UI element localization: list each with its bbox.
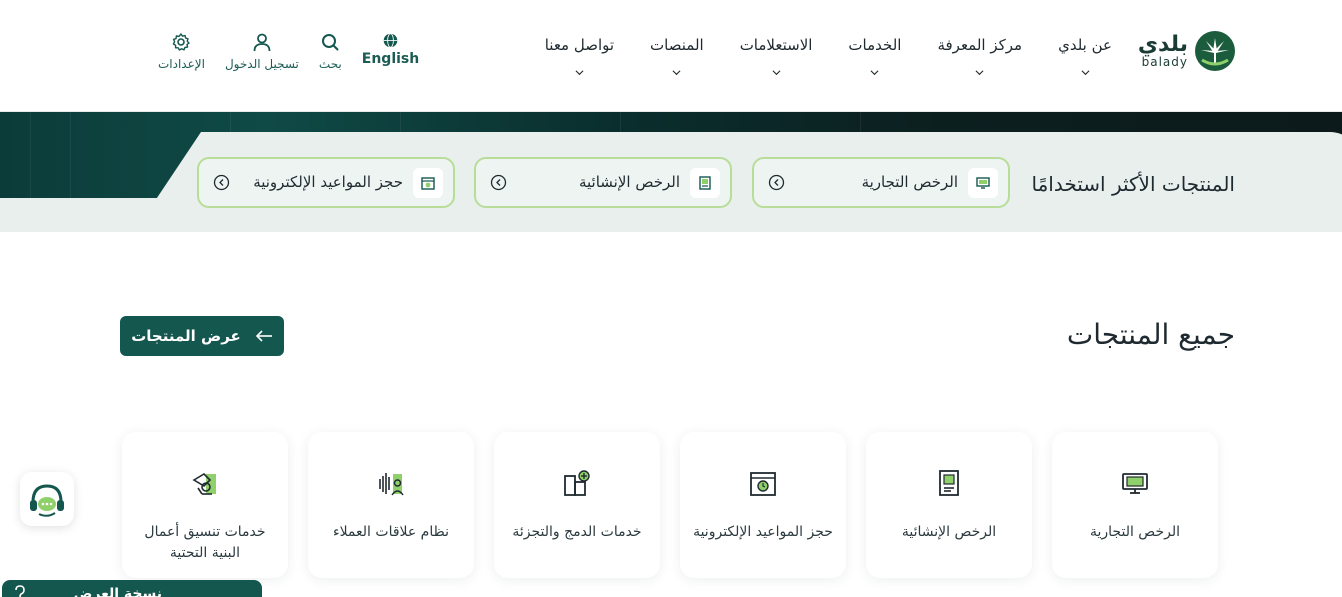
nav-item-knowledge-center[interactable]: مركز المعرفة [937, 36, 1022, 77]
user-icon [253, 33, 271, 52]
product-card-infrastructure[interactable]: خدمات تنسيق أعمال البنية التحتية [122, 432, 288, 578]
pop-label: حجز المواعيد الإلكترونية [253, 173, 403, 191]
nav-label: المنصات [650, 36, 704, 54]
nav-label: الاستعلامات [739, 36, 813, 54]
nav-label: مركز المعرفة [937, 36, 1023, 54]
globe-icon [383, 33, 398, 48]
popular-products-title: المنتجات الأكثر استخدامًا [1031, 172, 1235, 196]
logo-english: balady [1141, 55, 1188, 69]
pop-icon-box [413, 168, 443, 198]
nav-item-platforms[interactable]: المنصات [650, 36, 704, 77]
infrastructure-icon [192, 472, 216, 495]
product-card-crm[interactable]: نظام علاقات العملاء [308, 432, 474, 578]
login-label: تسجيل الدخول [224, 57, 299, 71]
shop-icon [976, 177, 990, 189]
pop-label: الرخص التجارية [861, 173, 958, 191]
arrow-left-icon [255, 330, 272, 342]
ear-icon [15, 585, 25, 597]
product-card-label: الرخص التجارية [1090, 524, 1180, 540]
popular-card-commercial-licenses[interactable]: الرخص التجارية [752, 157, 1010, 208]
header-tools: English بحث تسجيل الدخول الإعدادات [138, 32, 419, 71]
search-label: بحث [318, 57, 342, 71]
product-card-label: الرخص الإنشائية [901, 524, 997, 540]
chevron-down-icon [672, 70, 681, 76]
product-card-label: خدمات الدمج والتجزئة [512, 524, 642, 540]
gear-icon [173, 33, 191, 51]
pop-icon-box [968, 168, 998, 198]
calendar-icon [750, 472, 776, 496]
nav-label: الخدمات [848, 36, 902, 54]
document-icon [939, 470, 959, 496]
palm-logo-icon [1195, 31, 1235, 71]
decor-line [30, 112, 31, 198]
pop-label: الرخص الإنشائية [578, 173, 680, 191]
building-plus-icon [564, 470, 590, 496]
product-card-label: حجز المواعيد الإلكترونية [693, 524, 833, 540]
language-switch[interactable]: English [362, 32, 419, 71]
popular-card-construction-licenses[interactable]: الرخص الإنشائية [474, 157, 732, 208]
search-icon [322, 34, 339, 51]
shop-icon [1122, 473, 1148, 494]
nav-label: عن بلدي [1058, 36, 1112, 54]
main-nav: عن بلدي مركز المعرفة الخدمات الاستعلامات… [509, 36, 1112, 77]
nav-item-inquiries[interactable]: الاستعلامات [739, 36, 813, 77]
bottom-bar-label: نسخة العرض [73, 586, 162, 597]
site-header: بلدي balady عن بلدي مركز المعرفة الخدمات… [0, 0, 1342, 112]
login-button[interactable]: تسجيل الدخول [225, 32, 299, 71]
chat-support-button[interactable] [20, 472, 74, 526]
product-card-label: نظام علاقات العملاء [333, 524, 449, 540]
chevron-left-circle-icon [768, 174, 785, 191]
product-card-construction-licenses[interactable]: الرخص الإنشائية [866, 432, 1032, 578]
chevron-down-icon [1081, 70, 1090, 76]
product-card-appointments[interactable]: حجز المواعيد الإلكترونية [680, 432, 846, 578]
nav-label: تواصل معنا [544, 36, 615, 54]
all-products-title: جميع المنتجات [1066, 318, 1235, 351]
balady-logo[interactable]: بلدي balady [1138, 30, 1236, 72]
chevron-down-icon [772, 70, 781, 76]
nav-item-services[interactable]: الخدمات [848, 36, 901, 77]
bottom-floating-bar[interactable]: نسخة العرض [2, 580, 262, 597]
customer-icon [379, 473, 404, 496]
logo-arabic: بلدي [1137, 32, 1188, 57]
decor-line [70, 112, 71, 198]
view-products-label: عرض المنتجات [131, 327, 241, 345]
language-label: English [361, 51, 420, 67]
calendar-icon [421, 177, 435, 190]
logo-text: بلدي balady [1137, 32, 1188, 69]
search-button[interactable]: بحث [319, 32, 342, 71]
pop-icon-box [690, 168, 720, 198]
product-card-commercial-licenses[interactable]: الرخص التجارية [1052, 432, 1218, 578]
product-card-label: خدمات تنسيق أعمال البنية التحتية [144, 524, 266, 561]
nav-item-about[interactable]: عن بلدي [1058, 36, 1112, 77]
chevron-down-icon [975, 70, 984, 76]
chevron-down-icon [870, 70, 879, 76]
chevron-left-circle-icon [490, 174, 507, 191]
product-card-merge-subdivision[interactable]: خدمات الدمج والتجزئة [494, 432, 660, 578]
popular-card-appointments[interactable]: حجز المواعيد الإلكترونية [197, 157, 455, 208]
settings-label: الإعدادات [158, 57, 205, 71]
document-icon [699, 176, 711, 190]
settings-button[interactable]: الإعدادات [158, 32, 205, 71]
chevron-left-circle-icon [213, 174, 230, 191]
view-products-button[interactable]: عرض المنتجات [120, 316, 284, 356]
nav-item-contact[interactable]: تواصل معنا [545, 36, 614, 77]
headset-chat-icon [30, 484, 64, 517]
chevron-down-icon [575, 70, 584, 76]
